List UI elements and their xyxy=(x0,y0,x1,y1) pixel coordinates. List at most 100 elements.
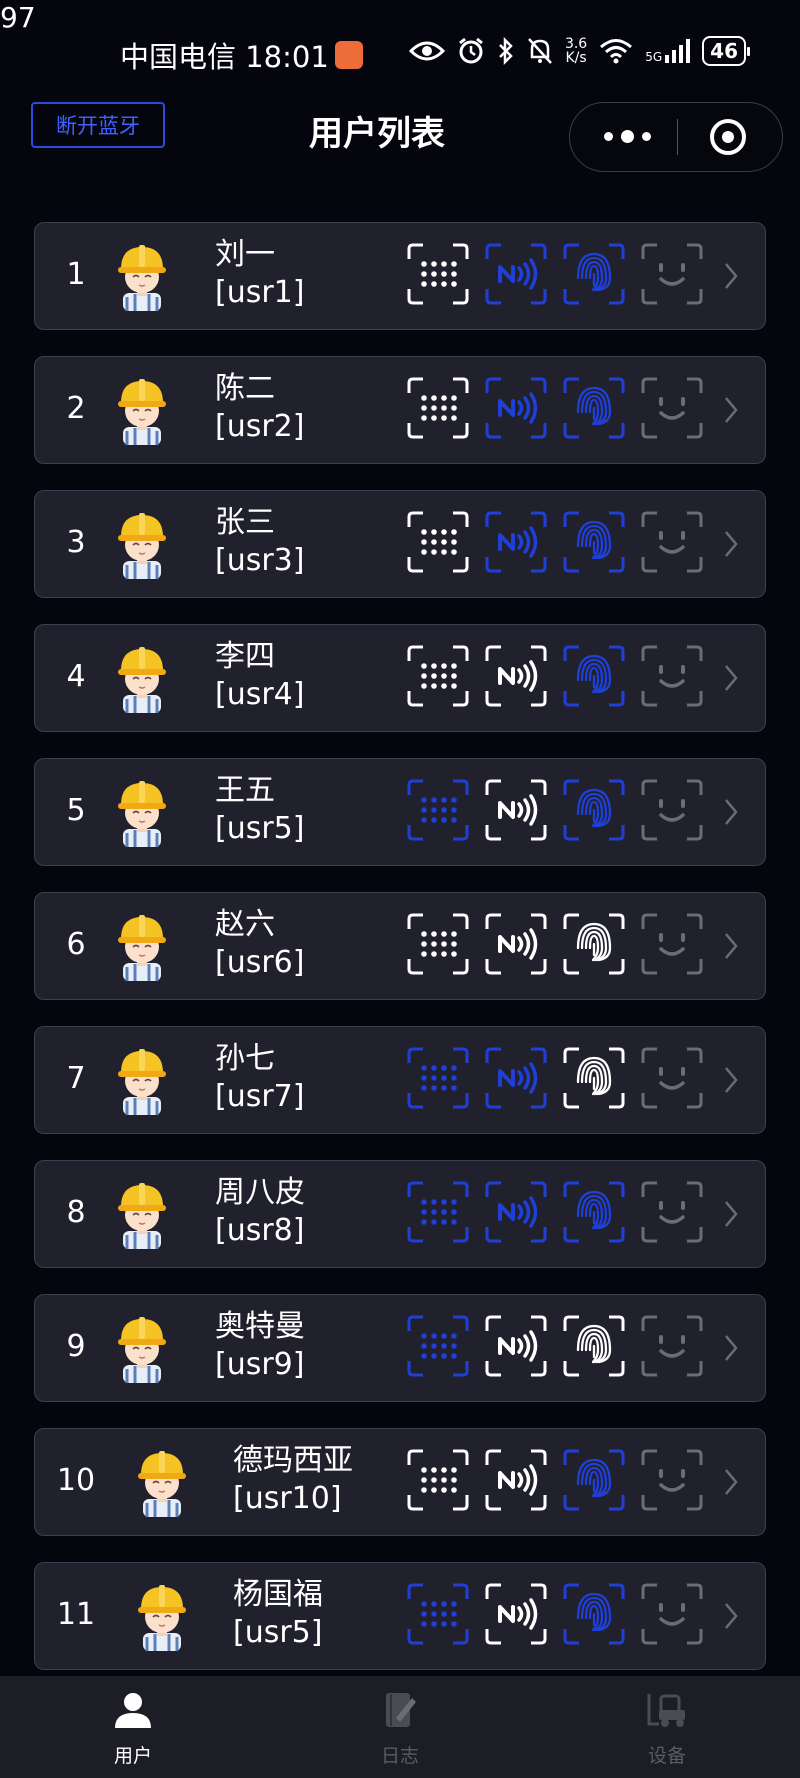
chevron-right-icon xyxy=(725,799,738,825)
user-name: 刘一 xyxy=(215,237,275,272)
password-keypad-icon xyxy=(407,779,469,841)
tab-devices-label: 设备 xyxy=(647,1745,686,1767)
user-card[interactable]: 4 李四 [usr4] xyxy=(34,624,766,732)
user-card[interactable]: 7 孙七 [usr7] xyxy=(34,1026,766,1134)
user-index: 8 xyxy=(66,1195,86,1230)
net-type: 5G xyxy=(645,50,663,64)
password-keypad-icon xyxy=(407,1449,469,1511)
credential-icons xyxy=(405,509,705,575)
user-index: 10 xyxy=(56,1463,96,1498)
tab-bar: 用户 日志 设备 xyxy=(0,1676,800,1778)
user-card[interactable]: 10 德玛西亚 [usr10] xyxy=(34,1428,766,1536)
user-index: 4 xyxy=(66,659,86,694)
face-icon xyxy=(641,377,703,439)
nfc-card-icon xyxy=(485,645,547,707)
user-index: 2 xyxy=(66,391,86,426)
credential-icons xyxy=(405,1581,705,1647)
user-card[interactable]: 6 赵六 [usr6] xyxy=(34,892,766,1000)
mute-icon xyxy=(528,38,552,64)
user-name-block: 赵六 [usr6] xyxy=(215,906,304,982)
password-keypad-icon xyxy=(407,243,469,305)
user-index: 9 xyxy=(66,1329,86,1364)
user-id: [usr3] xyxy=(215,543,305,578)
avatar xyxy=(115,911,169,981)
user-name-block: 孙七 [usr7] xyxy=(215,1040,304,1116)
nfc-card-icon xyxy=(485,779,547,841)
tab-devices[interactable]: 设备 xyxy=(607,1690,727,1768)
nfc-card-icon xyxy=(485,1315,547,1377)
password-keypad-icon xyxy=(407,1315,469,1377)
user-id: [usr5] xyxy=(233,1615,323,1650)
face-icon xyxy=(641,1583,703,1645)
credential-icons xyxy=(405,241,705,307)
user-index: 1 xyxy=(66,257,86,292)
nfc-card-icon xyxy=(485,243,547,305)
user-name: 赵六 xyxy=(215,907,275,942)
forklift-icon xyxy=(647,1694,685,1727)
password-keypad-icon xyxy=(407,377,469,439)
chevron-right-icon xyxy=(725,263,738,289)
app-notification-icon xyxy=(334,41,363,69)
chevron-right-icon xyxy=(725,531,738,557)
user-name: 李四 xyxy=(215,639,275,674)
user-name-block: 张三 [usr3] xyxy=(215,504,304,580)
nfc-card-icon xyxy=(485,1047,547,1109)
user-id: [usr5] xyxy=(215,811,305,846)
user-index: 3 xyxy=(66,525,86,560)
user-name-block: 周八皮 [usr8] xyxy=(215,1174,305,1250)
credential-icons xyxy=(405,375,705,441)
credential-icons xyxy=(405,1045,705,1111)
user-card[interactable]: 1 刘一 [usr1] xyxy=(34,222,766,330)
chevron-right-icon xyxy=(725,1201,738,1227)
user-name-block: 李四 [usr4] xyxy=(215,638,304,714)
credential-icons xyxy=(405,1179,705,1245)
user-card[interactable]: 5 王五 [usr5] xyxy=(34,758,766,866)
user-card[interactable]: 2 陈二 [usr2] xyxy=(34,356,766,464)
user-index: 11 xyxy=(56,1597,96,1632)
user-id: [usr8] xyxy=(215,1213,305,1248)
credential-icons xyxy=(405,1447,705,1513)
credential-icons xyxy=(405,643,705,709)
user-card[interactable]: 11 杨国福 [usr5] xyxy=(34,1562,766,1670)
avatar xyxy=(115,643,169,713)
tab-users[interactable]: 用户 xyxy=(73,1690,193,1768)
user-name: 张三 xyxy=(215,505,275,540)
user-name-block: 王五 [usr5] xyxy=(215,772,304,848)
face-icon xyxy=(641,913,703,975)
more-options-icon[interactable] xyxy=(600,121,654,151)
user-card[interactable]: 3 张三 [usr3] xyxy=(34,490,766,598)
user-name-block: 陈二 [usr2] xyxy=(215,370,304,446)
net-speed-unit: K/s xyxy=(565,50,587,66)
user-id: [usr6] xyxy=(215,945,305,980)
tab-logs[interactable]: 日志 xyxy=(340,1690,460,1768)
fingerprint-icon xyxy=(563,1181,625,1243)
nfc-card-icon xyxy=(485,1181,547,1243)
chevron-right-icon xyxy=(725,1335,738,1361)
credential-icons xyxy=(405,777,705,843)
battery-indicator: 46 xyxy=(702,36,750,66)
log-icon xyxy=(386,1693,416,1727)
nfc-card-icon xyxy=(485,377,547,439)
user-id: [usr2] xyxy=(215,409,305,444)
user-card[interactable]: 8 周八皮 [usr8] xyxy=(34,1160,766,1268)
avatar xyxy=(115,509,169,579)
user-id: [usr9] xyxy=(215,1347,305,1382)
user-card[interactable]: 9 奥特曼 [usr9] xyxy=(34,1294,766,1402)
tab-logs-label: 日志 xyxy=(380,1745,419,1767)
user-id: [usr4] xyxy=(215,677,305,712)
close-target-icon[interactable] xyxy=(710,119,746,155)
user-name: 孙七 xyxy=(215,1041,275,1076)
avatar xyxy=(115,375,169,445)
chevron-right-icon xyxy=(725,1603,738,1629)
face-icon xyxy=(641,1315,703,1377)
user-name: 陈二 xyxy=(215,371,275,406)
avatar xyxy=(135,1447,189,1517)
credential-icons xyxy=(405,1313,705,1379)
avatar xyxy=(115,1313,169,1383)
user-index: 5 xyxy=(66,793,86,828)
fingerprint-icon xyxy=(563,377,625,439)
face-icon xyxy=(641,511,703,573)
chevron-right-icon xyxy=(725,397,738,423)
avatar xyxy=(115,1045,169,1115)
status-bar-left: 中国电信 18:01 xyxy=(120,34,363,76)
